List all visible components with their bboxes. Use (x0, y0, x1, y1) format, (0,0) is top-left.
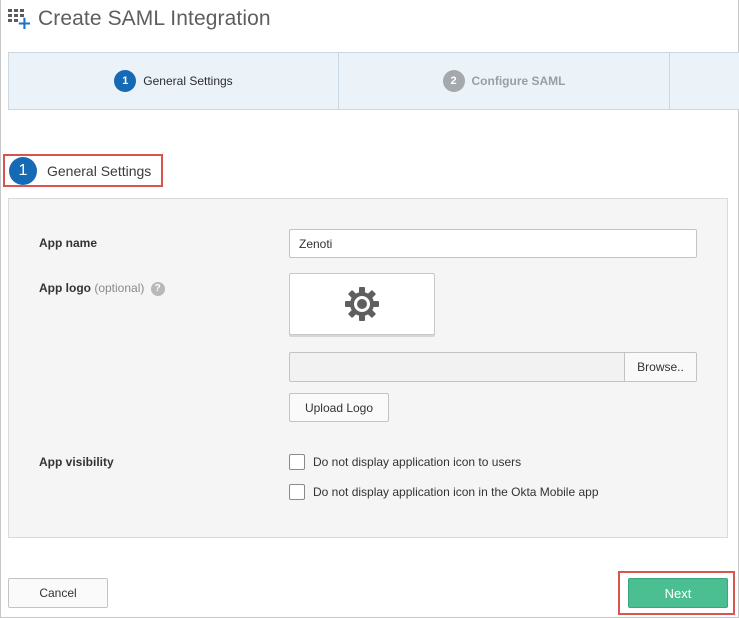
add-app-icon: + (8, 8, 32, 33)
gear-icon (345, 287, 379, 321)
app-logo-preview (289, 273, 435, 335)
upload-logo-button[interactable]: Upload Logo (289, 393, 389, 422)
page-header: + Create SAML Integration (8, 6, 271, 33)
hide-icon-users-option[interactable]: Do not display application icon to users (289, 454, 521, 470)
step-number-badge: 1 (114, 70, 137, 92)
wizard-step-next (670, 53, 739, 109)
general-settings-form: App name Zenoti App logo (optional) ? Br… (8, 198, 728, 538)
hide-icon-mobile-checkbox[interactable] (289, 484, 305, 500)
wizard-step-general-settings[interactable]: 1 General Settings (9, 53, 339, 109)
app-logo-label: App logo (optional) ? (39, 281, 165, 296)
app-logo-label-text: App logo (39, 281, 91, 295)
app-visibility-label: App visibility (39, 455, 114, 469)
section-title: General Settings (47, 162, 152, 179)
checkbox-label: Do not display application icon to users (313, 455, 522, 469)
browse-button[interactable]: Browse.. (624, 352, 697, 382)
wizard-steps: 1 General Settings 2 Configure SAML (8, 52, 739, 110)
page-title: Create SAML Integration (38, 7, 271, 30)
help-icon[interactable]: ? (150, 281, 165, 296)
step-label: General Settings (143, 74, 233, 88)
optional-hint: (optional) (94, 281, 145, 295)
step-label: Configure SAML (471, 74, 566, 88)
cancel-button[interactable]: Cancel (8, 578, 108, 608)
hide-icon-mobile-option[interactable]: Do not display application icon in the O… (289, 484, 599, 500)
wizard-step-configure-saml[interactable]: 2 Configure SAML (339, 53, 670, 109)
checkbox-label: Do not display application icon in the O… (313, 485, 599, 499)
step-number-badge: 2 (442, 70, 465, 92)
section-heading: 1 General Settings (3, 154, 163, 187)
app-name-input[interactable]: Zenoti (289, 229, 697, 258)
hide-icon-users-checkbox[interactable] (289, 454, 305, 470)
section-number-badge: 1 (9, 156, 37, 185)
app-name-label: App name (39, 236, 98, 250)
next-button[interactable]: Next (628, 578, 728, 608)
logo-file-path-input[interactable] (289, 352, 625, 382)
